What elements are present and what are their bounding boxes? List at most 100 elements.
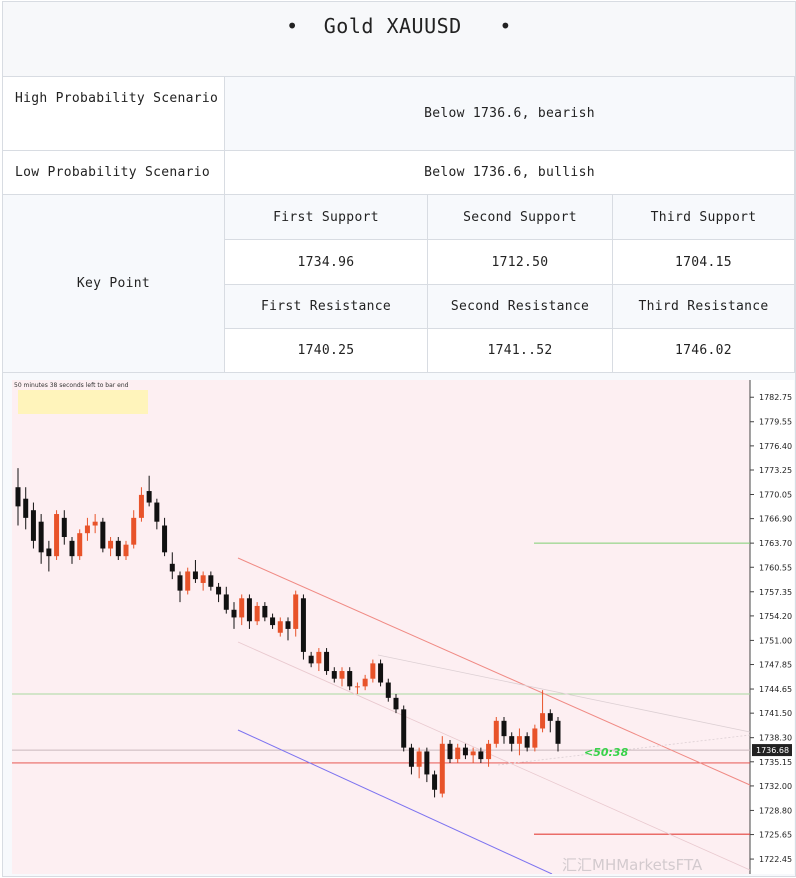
candle-bear (300, 598, 306, 652)
low-scenario-value: Below 1736.6, bullish (225, 151, 795, 195)
first-resistance-header: First Resistance (225, 285, 428, 329)
candle-bull (254, 605, 260, 622)
candle-bull (486, 743, 492, 760)
third-support-header: Third Support (613, 195, 795, 240)
candlestick-chart: 1782.75 1779.55 1776.40 1773.25 1770.05 1766.… (12, 380, 794, 875)
y-tick-label: 1754.20 (759, 612, 792, 621)
third-support-value: 1704.15 (613, 240, 795, 285)
candle-bull (339, 671, 345, 679)
candle-bear (509, 736, 515, 744)
candle-bear (555, 720, 561, 744)
candle-bear (401, 709, 407, 748)
candle-bull (493, 720, 499, 744)
candle-bear (393, 697, 399, 710)
candle-bear (285, 621, 291, 629)
candle-bear (246, 598, 252, 622)
candle-bear (146, 491, 152, 503)
candle-bear (15, 487, 21, 507)
second-support-header: Second Support (428, 195, 613, 240)
bar-countdown: <50:38 (584, 746, 629, 759)
candle-bull (138, 494, 144, 518)
y-tick-label: 1732.00 (759, 782, 792, 791)
y-tick-label: 1735.15 (759, 758, 792, 767)
title-row: • Gold XAUUSD • (3, 2, 795, 77)
candle-bull (516, 736, 522, 744)
candle-bull (416, 751, 422, 767)
candle-bear (208, 575, 214, 587)
candle-bull (77, 533, 83, 557)
candle-bear (69, 540, 75, 557)
candle-bull (200, 575, 206, 583)
second-resistance-header: Second Resistance (428, 285, 613, 329)
second-support-value: 1712.50 (428, 240, 613, 285)
candle-bull (131, 517, 137, 545)
candle-bear (115, 540, 121, 557)
third-resistance-value: 1746.02 (613, 329, 795, 373)
current-price-label: 1736.68 (756, 746, 789, 755)
y-tick-label: 1773.25 (759, 466, 792, 475)
candle-bull (84, 525, 90, 534)
candle-bear (308, 655, 314, 664)
candle-bull (532, 728, 538, 748)
candle-bear (270, 617, 276, 626)
candle-bear (223, 594, 229, 610)
low-scenario-label: Low Probability Scenario (3, 151, 225, 195)
candle-bear (478, 751, 484, 760)
candle-bear (231, 609, 237, 618)
y-tick-label: 1722.45 (759, 855, 792, 864)
candle-bull (439, 743, 445, 794)
y-tick-label: 1744.65 (759, 685, 792, 694)
bullet-icon: • (499, 14, 512, 38)
axis-background (750, 380, 794, 874)
candle-bear (462, 747, 468, 756)
bullet-icon: • (286, 14, 299, 38)
y-tick-label: 1779.55 (759, 418, 792, 427)
candle-bear (169, 563, 175, 572)
candle-bull (92, 521, 98, 526)
y-tick-label: 1776.40 (759, 442, 792, 451)
y-tick-label: 1782.75 (759, 393, 792, 402)
candle-bear (61, 517, 67, 538)
indicator-panel (18, 390, 148, 414)
candle-bear (501, 720, 507, 737)
y-tick-label: 1741.50 (759, 709, 792, 718)
candle-bear (216, 586, 222, 595)
y-tick-label: 1760.55 (759, 563, 792, 572)
candle-bear (424, 751, 430, 775)
bar-timer-header: 50 minutes 38 seconds left to bar end (14, 382, 129, 389)
candle-bear (192, 571, 198, 580)
candle-bull (362, 678, 368, 687)
candle-bear (408, 747, 414, 767)
candle-bear (46, 548, 52, 557)
y-tick-label: 1747.85 (759, 661, 792, 670)
candle-bear (23, 498, 29, 518)
page-title: • Gold XAUUSD • (3, 14, 795, 38)
first-resistance-value: 1740.25 (225, 329, 428, 373)
candle-bear (38, 521, 44, 553)
y-tick-label: 1766.90 (759, 515, 792, 524)
candle-bear (324, 651, 330, 672)
candle-bull (540, 713, 546, 729)
key-point-label: Key Point (3, 195, 225, 373)
candle-bull (293, 594, 299, 629)
candle-bear (177, 575, 183, 591)
y-tick-label: 1738.30 (759, 734, 792, 743)
candle-bull (108, 540, 114, 549)
third-resistance-header: Third Resistance (613, 285, 795, 329)
y-tick-label: 1725.65 (759, 831, 792, 840)
candle-bear (447, 743, 453, 760)
candle-bull (354, 686, 360, 688)
first-support-header: First Support (225, 195, 428, 240)
plot-background (12, 380, 750, 874)
candle-bull (470, 751, 476, 756)
y-tick-label: 1763.70 (759, 539, 792, 548)
candle-bull (277, 621, 283, 633)
candle-bear (262, 605, 268, 618)
y-tick-label: 1728.80 (759, 806, 792, 815)
first-support-value: 1734.96 (225, 240, 428, 285)
candle-bull (316, 651, 322, 664)
price-chart: 1782.75 1779.55 1776.40 1773.25 1770.05 1766.… (12, 380, 794, 875)
candle-bull (455, 747, 461, 760)
candle-bull (123, 544, 129, 557)
candle-bear (162, 525, 168, 553)
